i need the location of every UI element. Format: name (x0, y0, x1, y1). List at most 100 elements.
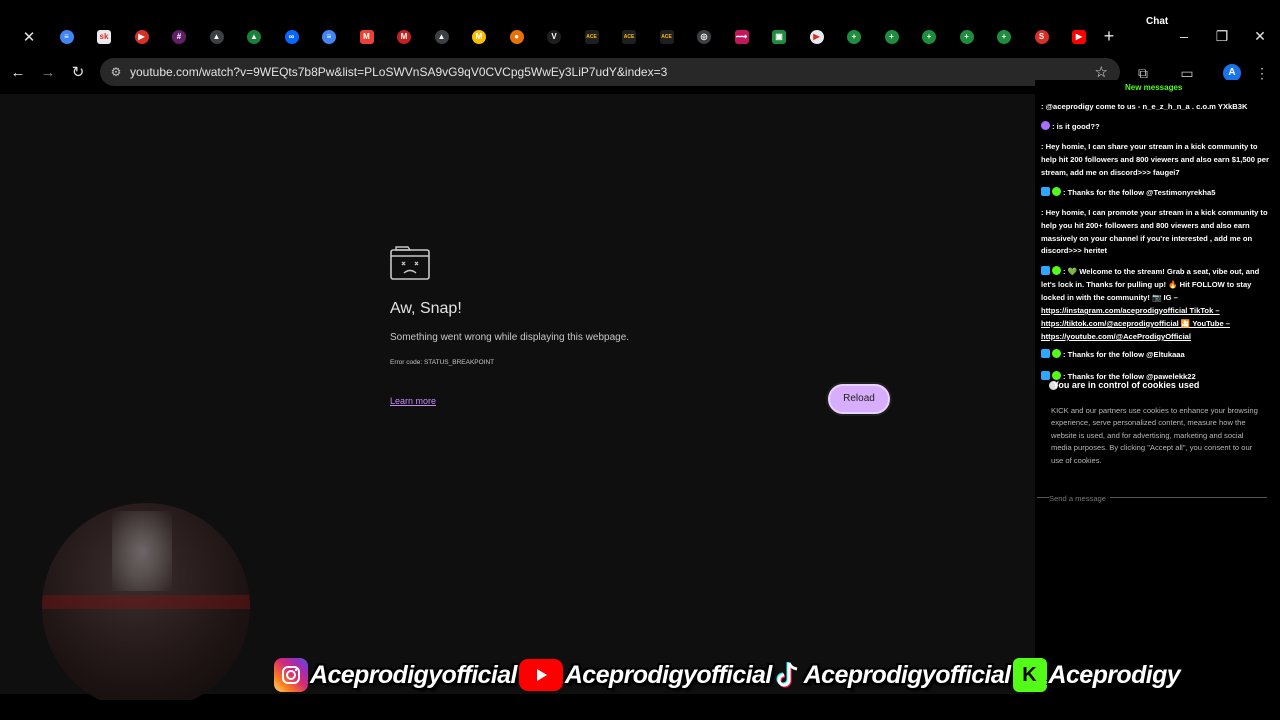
refresh-icon[interactable]: ↻ (69, 64, 87, 82)
kick-icon: K (1012, 658, 1047, 692)
browser-tab[interactable]: ▶ (799, 24, 835, 50)
chat-message-text: : Thanks for the follow @Eltukaaa (1063, 350, 1185, 359)
chat-message: https://tiktok.com/@aceprodigyofficial 🎦… (1041, 318, 1273, 331)
browser-tab[interactable]: + (949, 24, 985, 50)
plus-circle-icon: + (997, 30, 1011, 44)
plus-circle-icon: + (884, 30, 899, 44)
blue-badge-icon (1041, 187, 1050, 196)
sad-tab-icon (390, 246, 430, 280)
cookie-body: KICK and our partners use cookies to enh… (1051, 406, 1258, 465)
browser-tab[interactable]: ▶ (1061, 24, 1097, 50)
browser-tab[interactable]: ◎ (686, 24, 722, 50)
browser-tab[interactable]: ⟿ (724, 24, 760, 50)
kick-handle: Aceprodigy (1048, 660, 1181, 689)
live-icon: ▶ (134, 30, 149, 44)
docs-icon: ≡ (59, 30, 74, 44)
blue-badge-icon (1041, 266, 1050, 275)
gmail-icon: M (397, 30, 411, 44)
browser-tab[interactable]: M (461, 24, 497, 50)
browser-tab[interactable]: + (986, 24, 1022, 50)
learn-more-link[interactable]: Learn more (390, 396, 436, 406)
plus-circle-icon: + (922, 30, 936, 44)
forward-icon[interactable]: → (39, 64, 57, 82)
link-icon: ⟿ (734, 30, 749, 44)
cookie-title: You are in control of cookies used (1053, 380, 1200, 390)
chat-message-text[interactable]: https://tiktok.com/@aceprodigyofficial 🎦… (1041, 319, 1230, 328)
browser-tab[interactable]: + (836, 24, 872, 50)
chat-message: https://instagram.com/aceprodigyofficial… (1041, 305, 1273, 318)
browser-tab[interactable]: M (349, 24, 385, 50)
globe-icon: ◎ (697, 30, 711, 44)
s-icon: S (1034, 30, 1049, 44)
error-title: Aw, Snap! (390, 300, 462, 317)
chat-message-text[interactable]: https://youtube.com/@AceProdigyOfficial (1041, 332, 1191, 341)
new-tab-button[interactable]: + (1100, 27, 1118, 45)
browser-tab[interactable]: ▲ (199, 24, 235, 50)
browser-tab[interactable]: ACE (649, 24, 685, 50)
browser-tab[interactable]: V (536, 24, 572, 50)
browser-tab[interactable]: ≡ (49, 24, 85, 50)
tiktok-icon (774, 658, 802, 692)
browser-tab[interactable]: + (874, 24, 910, 50)
chat-message-text: : Thanks for the follow @Testimonyrekha5 (1063, 188, 1216, 197)
instagram-icon (274, 658, 308, 692)
browser-tab[interactable]: ∞ (274, 24, 310, 50)
browser-tab[interactable]: + (911, 24, 947, 50)
browser-tab[interactable]: ACE (611, 24, 647, 50)
url-text[interactable]: youtube.com/watch?v=9WEQts7b8Pw&list=PLo… (130, 65, 667, 79)
meta-icon: ∞ (284, 30, 299, 44)
browser-tab[interactable]: sk (86, 24, 122, 50)
chat-message-input[interactable]: Send a message (1049, 494, 1110, 503)
coin-icon: M (472, 30, 486, 44)
browser-tab[interactable]: ACE (574, 24, 610, 50)
restore-icon[interactable]: ❐ (1214, 28, 1230, 44)
browser-tab[interactable]: ● (499, 24, 535, 50)
youtube-handle: Aceprodigyofficial (564, 660, 772, 689)
browser-tab[interactable]: # (161, 24, 197, 50)
chat-label: Chat (1146, 16, 1169, 27)
new-messages-indicator[interactable]: New messages (1125, 83, 1182, 92)
browser-tab[interactable]: ▲ (424, 24, 460, 50)
ace-icon: ACE (622, 30, 636, 44)
error-code: Error code: STATUS_BREAKPOINT (390, 359, 495, 366)
back-icon[interactable]: ← (9, 64, 27, 82)
play-icon: ▶ (809, 30, 824, 44)
browser-tab[interactable]: S (1024, 24, 1060, 50)
browser-tab[interactable]: ▶ (124, 24, 160, 50)
bottom-strip (0, 700, 1280, 720)
instagram-handle: Aceprodigyofficial (310, 660, 517, 689)
site-info-icon[interactable]: ⚙ (108, 64, 124, 80)
chat-message-text: : 💚 Welcome to the stream! Grab a seat, … (1041, 267, 1260, 302)
error-message: Something went wrong while displaying th… (390, 332, 630, 343)
docs-icon: ≡ (322, 30, 336, 44)
ace-icon: ACE (584, 30, 599, 44)
minimize-icon[interactable]: – (1176, 28, 1192, 44)
chat-message-text: : is it good?? (1052, 122, 1100, 131)
browser-tab[interactable]: M (386, 24, 422, 50)
chat-message: : is it good?? (1041, 121, 1273, 134)
close-window-icon[interactable]: ✕ (1252, 28, 1268, 44)
chat-message: : @aceprodigy come to us - n_e_z_h_n_a .… (1041, 101, 1273, 114)
green-badge-icon (1052, 349, 1061, 358)
browser-tab[interactable]: ✕ (11, 24, 47, 50)
chat-message: : Thanks for the follow @Eltukaaa (1041, 349, 1273, 362)
bookmark-star-icon[interactable]: ☆ (1095, 63, 1108, 81)
chat-message-text[interactable]: https://instagram.com/aceprodigyofficial… (1041, 306, 1220, 315)
webcam-overlay (42, 503, 250, 711)
close-icon: ✕ (22, 29, 36, 46)
chat-message-text: : @aceprodigy come to us - n_e_z_h_n_a .… (1041, 102, 1248, 111)
plus-circle-icon: + (959, 30, 974, 44)
chat-message-text: : Hey homie, I can share your stream in … (1041, 142, 1269, 177)
address-bar[interactable]: ⚙ youtube.com/watch?v=9WEQts7b8Pw&list=P… (100, 58, 1120, 86)
chat-message: : Thanks for the follow @Testimonyrekha5 (1041, 187, 1273, 200)
green-badge-icon (1052, 266, 1061, 275)
green-badge-icon (1052, 187, 1061, 196)
chat-panel: New messages : @aceprodigy come to us - … (1035, 80, 1280, 510)
triangle-icon: ▲ (209, 30, 224, 44)
browser-tab[interactable]: ▣ (761, 24, 797, 50)
chat-message: https://youtube.com/@AceProdigyOfficial (1041, 331, 1273, 344)
reload-button[interactable]: Reload (828, 384, 890, 414)
browser-tab[interactable]: ≡ (311, 24, 347, 50)
purple-badge-icon (1041, 121, 1050, 130)
browser-tab[interactable]: ▲ (236, 24, 272, 50)
